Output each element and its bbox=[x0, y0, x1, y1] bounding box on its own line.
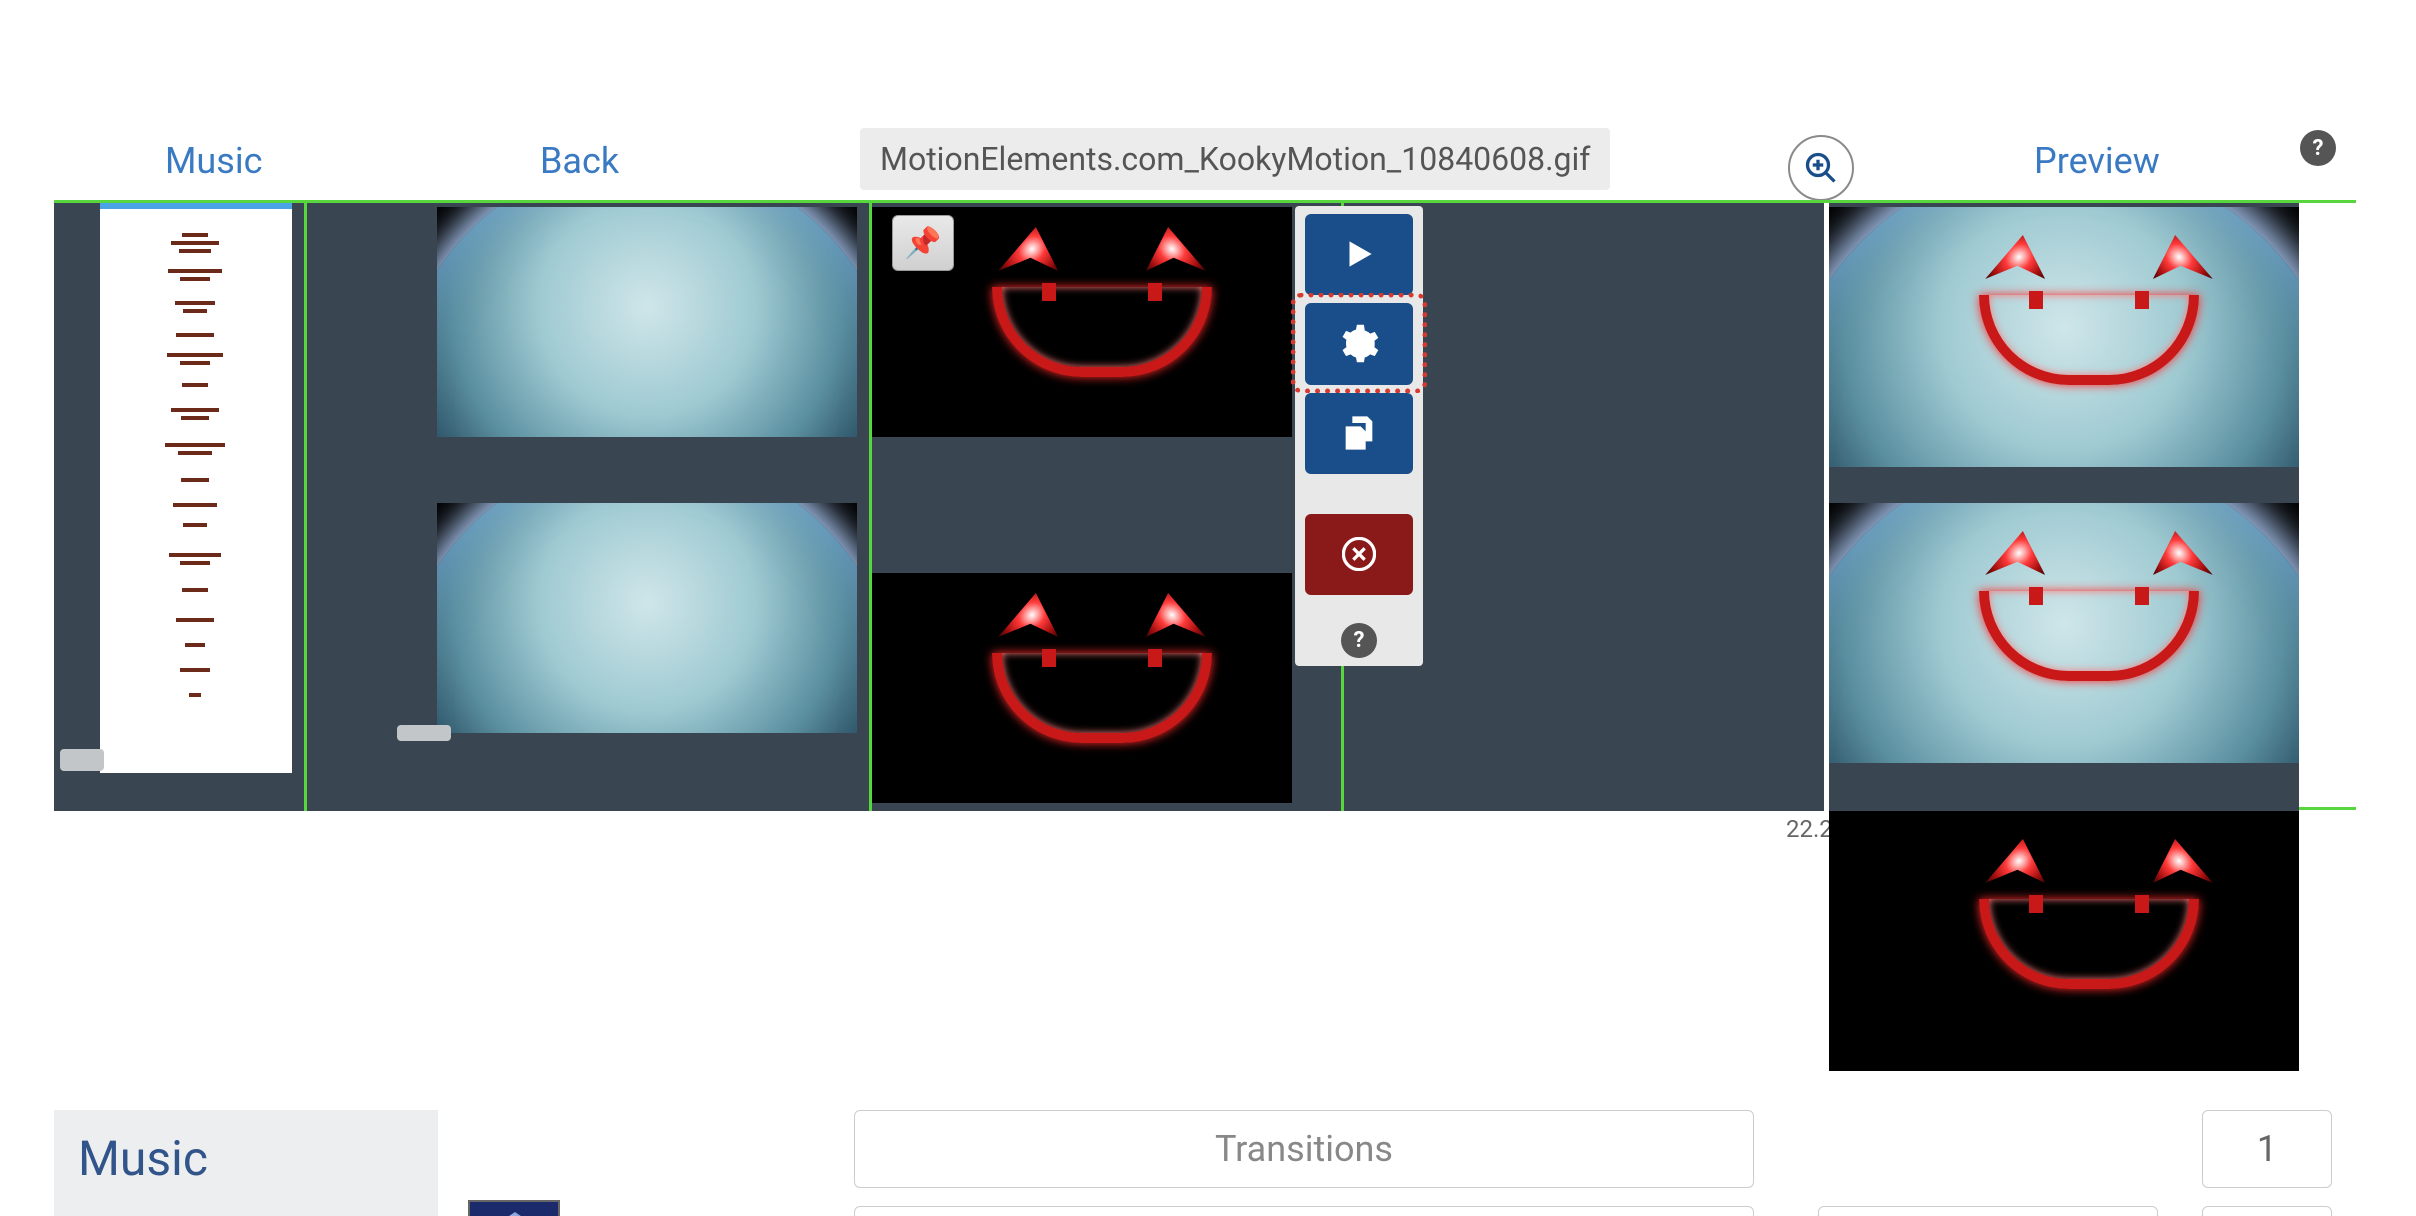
clip-toolbar: ? bbox=[1295, 206, 1423, 666]
music-clip[interactable] bbox=[100, 203, 292, 773]
preview-header: Preview bbox=[2034, 140, 2160, 182]
transitions-label: Transitions bbox=[1215, 1128, 1393, 1170]
evil-face-icon bbox=[1989, 531, 2209, 701]
preview-frame[interactable] bbox=[1829, 503, 2299, 763]
empty-bar[interactable] bbox=[1818, 1206, 2158, 1216]
front-clip-frame[interactable] bbox=[872, 573, 1292, 803]
music-track[interactable] bbox=[54, 203, 304, 811]
preview-frame[interactable] bbox=[1829, 811, 2299, 1071]
section-back-button[interactable]: Back bbox=[54, 1200, 438, 1216]
back-clip-thumbnail[interactable] bbox=[468, 1200, 560, 1216]
earth-image-icon bbox=[437, 503, 857, 733]
play-button[interactable] bbox=[1305, 214, 1413, 295]
delete-button[interactable] bbox=[1305, 514, 1413, 595]
music-scroll-handle[interactable] bbox=[60, 749, 104, 771]
duplicate-icon bbox=[1339, 413, 1379, 453]
empty-bar[interactable] bbox=[2202, 1206, 2332, 1216]
help-icon: ? bbox=[2313, 136, 2324, 161]
evil-face-icon bbox=[1002, 227, 1202, 387]
help-button-top[interactable]: ? bbox=[2300, 130, 2336, 166]
settings-button[interactable] bbox=[1305, 303, 1413, 385]
section-music-button[interactable]: Music bbox=[54, 1110, 438, 1207]
earth-image-icon bbox=[437, 207, 857, 437]
back-clip-frame[interactable] bbox=[437, 207, 857, 437]
evil-face-icon bbox=[1989, 235, 2209, 405]
back-track[interactable] bbox=[304, 203, 869, 811]
pin-button[interactable]: 📌 bbox=[892, 215, 954, 271]
timeline: 📌 0 5 10 1 bbox=[54, 200, 2356, 810]
duplicate-button[interactable] bbox=[1305, 393, 1413, 474]
waveform-icon bbox=[115, 223, 275, 713]
back-header: Back bbox=[540, 140, 619, 182]
preview-frame[interactable] bbox=[1829, 207, 2299, 467]
section-label: Music bbox=[78, 1130, 208, 1187]
music-header: Music bbox=[165, 140, 262, 182]
empty-bar[interactable] bbox=[854, 1206, 1754, 1216]
back-scroll-handle[interactable] bbox=[397, 725, 451, 741]
zoom-in-icon bbox=[1803, 150, 1839, 186]
transitions-button[interactable]: Transitions bbox=[854, 1110, 1754, 1188]
zoom-button[interactable] bbox=[1788, 135, 1854, 201]
close-icon bbox=[1342, 537, 1376, 571]
toolbar-help-button[interactable]: ? bbox=[1341, 623, 1377, 658]
evil-face-icon bbox=[1989, 839, 2209, 1009]
front-track-selected[interactable]: 📌 bbox=[869, 203, 1344, 811]
play-icon bbox=[1340, 235, 1378, 273]
help-icon: ? bbox=[1354, 628, 1365, 653]
preview-track bbox=[1829, 203, 2299, 811]
back-clip-frame[interactable] bbox=[437, 503, 857, 733]
pin-icon: 📌 bbox=[904, 226, 941, 261]
bottom-panel: Music Transitions 1 Back bbox=[54, 1110, 2356, 1216]
editor-viewport: Music Back MotionElements.com_KookyMotio… bbox=[0, 0, 2416, 1216]
evil-face-icon bbox=[1002, 593, 1202, 753]
count-box[interactable]: 1 bbox=[2202, 1110, 2332, 1188]
filename-tag: MotionElements.com_KookyMotion_10840608.… bbox=[860, 128, 1610, 190]
gear-icon bbox=[1338, 323, 1380, 365]
count-value: 1 bbox=[2257, 1128, 2277, 1170]
